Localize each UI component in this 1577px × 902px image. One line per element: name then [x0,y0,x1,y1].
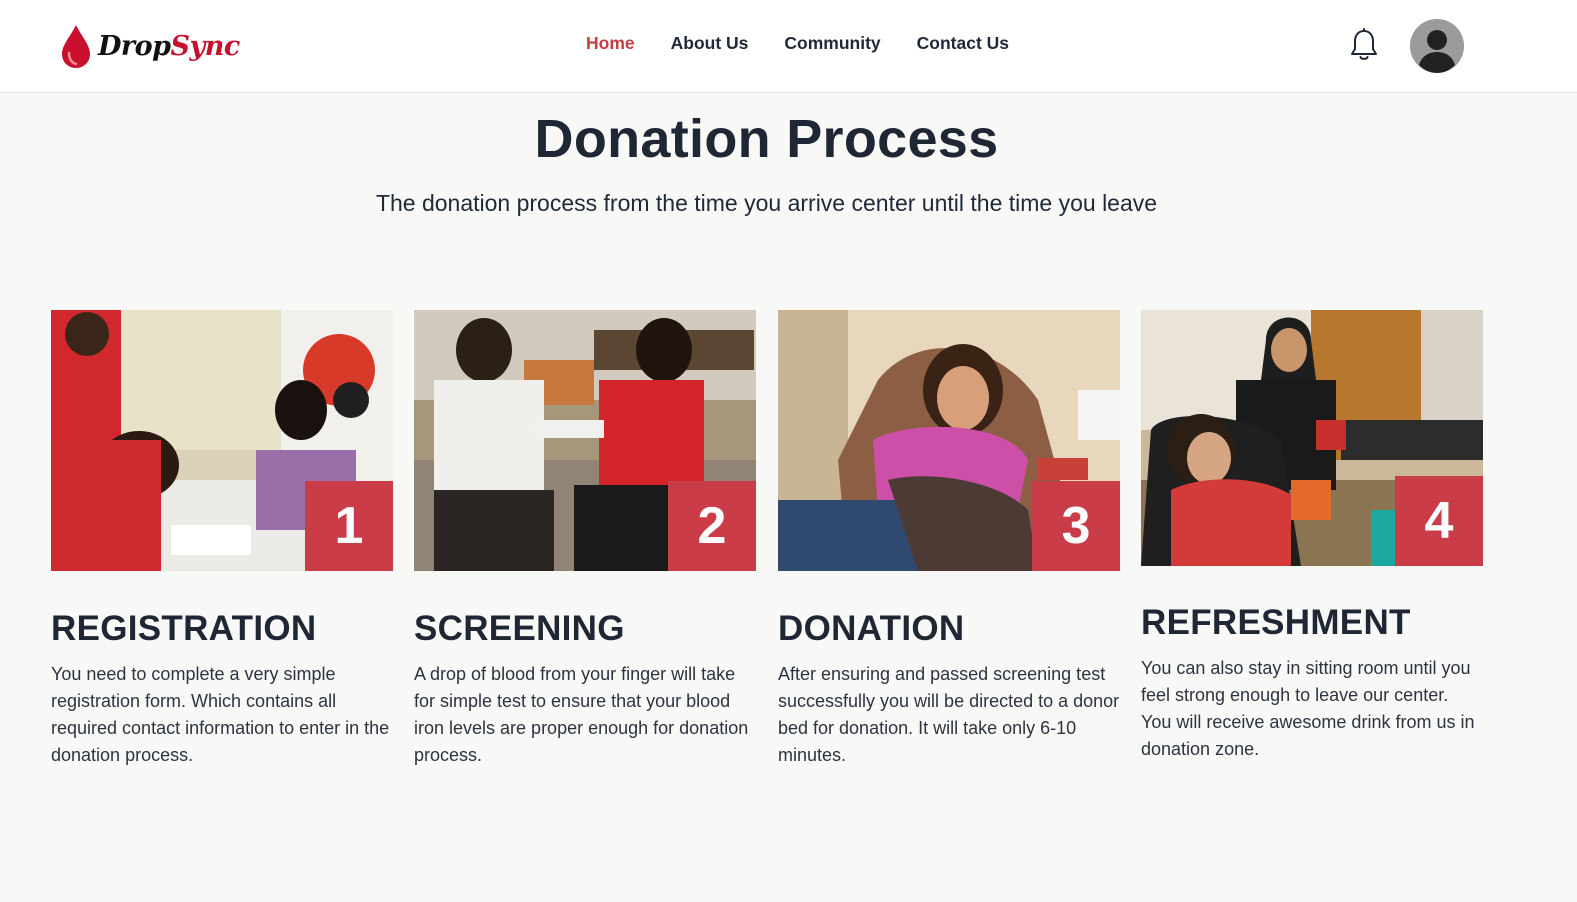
brand-logo[interactable]: DropSync [60,22,240,70]
main-nav: Home About Us Community Contact Us [586,33,1009,54]
brand-name-part2: Sync [170,30,241,62]
step-photo-registration: 1 [51,310,393,571]
brand-name: DropSync [98,31,240,62]
step-card-refreshment: 4 REFRESHMENT You can also stay in sitti… [1141,310,1483,763]
step-description: A drop of blood from your finger will ta… [414,664,749,765]
nav-link-community[interactable]: Community [784,33,880,54]
step-number-badge: 3 [1032,481,1120,571]
step-title: DONATION [778,609,965,648]
step-title: REFRESHMENT [1141,603,1411,642]
step-photo-refreshment: 4 [1141,310,1483,566]
page-title: Donation Process [534,109,999,169]
step-description: You can also stay in sitting room until … [1141,658,1475,759]
step-number-badge: 2 [668,481,756,571]
nav-link-contact-us[interactable]: Contact Us [917,33,1009,54]
brand-name-part1: Drop [98,30,171,62]
step-card-screening: 2 SCREENING A drop of blood from your fi… [414,310,756,769]
step-description: You need to complete a very simple regis… [51,664,390,765]
step-title: REGISTRATION [51,609,317,648]
step-description: After ensuring and passed screening test… [778,664,1120,765]
step-number-badge: 1 [305,481,393,571]
step-card-donation: 3 DONATION After ensuring and passed scr… [778,310,1120,769]
step-card-registration: 1 REGISTRATION You need to complete a ve… [51,310,393,769]
step-photo-screening: 2 [414,310,756,571]
step-number-badge: 4 [1395,476,1483,566]
step-photo-donation: 3 [778,310,1120,571]
top-navbar: DropSync Home About Us Community Contact… [0,0,1577,93]
step-title: SCREENING [414,609,625,648]
nav-link-home[interactable]: Home [586,33,635,54]
nav-link-about-us[interactable]: About Us [671,33,749,54]
page-subtitle: The donation process from the time you a… [375,190,1158,216]
bell-icon[interactable] [1348,28,1380,62]
blood-drop-icon [62,25,90,68]
user-avatar-icon[interactable] [1410,19,1464,73]
